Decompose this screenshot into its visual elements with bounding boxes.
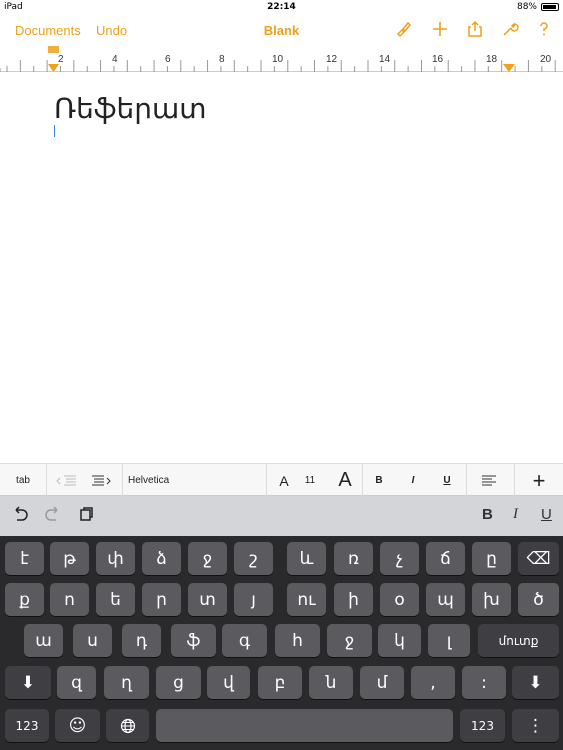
globe-icon — [120, 718, 135, 733]
key[interactable]: պ — [426, 583, 465, 616]
bold-button[interactable]: B — [368, 464, 390, 497]
key[interactable]: ջ — [327, 624, 372, 657]
paintbrush-icon[interactable] — [393, 20, 415, 42]
return-key[interactable]: մուտք — [478, 624, 559, 657]
insert-plus-button[interactable]: + — [520, 464, 558, 497]
dismiss-keyboard-key[interactable]: ⋮ — [512, 709, 559, 742]
font-name-button[interactable]: Helvetica — [128, 464, 188, 497]
emoji-key[interactable]: ☺ — [55, 709, 100, 742]
key[interactable]: վ — [207, 666, 250, 699]
comma-key[interactable]: , — [411, 666, 455, 699]
ruler-label: 20 — [540, 54, 552, 65]
key[interactable]: օ — [380, 583, 419, 616]
ruler-label: 4 — [112, 54, 118, 65]
key[interactable]: ը — [472, 542, 511, 575]
ruler-label: 16 — [432, 54, 444, 65]
font-size-value: 11 — [304, 475, 316, 486]
numbers-key-left[interactable]: 123 — [5, 709, 49, 742]
key[interactable]: դ — [122, 624, 161, 657]
key[interactable]: յ — [234, 583, 273, 616]
indent-icon[interactable] — [86, 464, 116, 497]
format-bar: tab Helvetica A 11 A B I U + — [0, 463, 563, 497]
battery-percent: 88% — [516, 2, 537, 12]
key[interactable]: մ — [360, 666, 404, 699]
key[interactable]: չ — [380, 542, 419, 575]
key[interactable]: ե — [96, 583, 135, 616]
share-icon[interactable] — [464, 20, 486, 42]
document-text[interactable]: Ռեֆերատ — [54, 92, 206, 125]
key[interactable]: տ — [188, 583, 227, 616]
key[interactable]: ծ — [518, 583, 559, 616]
key[interactable]: թ — [50, 542, 89, 575]
key[interactable]: ն — [309, 666, 353, 699]
key[interactable]: ֆ — [171, 624, 216, 657]
key[interactable]: ց — [156, 666, 201, 699]
ruler-label: 12 — [326, 54, 338, 65]
status-bar: iPad 22:14 88% — [0, 0, 563, 16]
key[interactable]: խ — [472, 583, 511, 616]
key[interactable]: բ — [258, 666, 302, 699]
key[interactable]: ս — [73, 624, 112, 657]
key[interactable]: շ — [234, 542, 273, 575]
undo-icon[interactable] — [11, 506, 29, 527]
key[interactable]: ր — [142, 583, 181, 616]
space-key[interactable] — [156, 709, 453, 742]
tab-button[interactable]: tab — [0, 464, 46, 497]
ruler[interactable]: 2 4 6 8 10 12 14 16 18 20 — [0, 46, 563, 72]
ruler-label: 8 — [219, 54, 225, 65]
shift-key-right[interactable]: ⬇ — [512, 666, 559, 699]
shortcut-italic-button[interactable]: I — [513, 506, 518, 523]
outdent-icon[interactable] — [52, 464, 82, 497]
ruler-label: 10 — [272, 54, 284, 65]
key[interactable]: գ — [222, 624, 267, 657]
key[interactable]: ու — [287, 583, 326, 616]
underline-button[interactable]: U — [436, 464, 458, 497]
key[interactable]: լ — [428, 624, 470, 657]
decrease-size-button[interactable]: A — [274, 464, 294, 497]
colon-key[interactable]: : — [462, 666, 506, 699]
key[interactable]: է — [5, 542, 44, 575]
key[interactable]: ռ — [334, 542, 373, 575]
key[interactable]: ջ — [188, 542, 227, 575]
key[interactable]: կ — [378, 624, 421, 657]
ruler-label: 14 — [379, 54, 391, 65]
key[interactable]: ձ — [142, 542, 181, 575]
key[interactable]: փ — [96, 542, 135, 575]
ruler-label: 18 — [486, 54, 498, 65]
text-cursor — [54, 125, 55, 137]
paste-icon[interactable] — [78, 506, 94, 527]
key[interactable]: ո — [50, 583, 89, 616]
italic-button[interactable]: I — [402, 464, 424, 497]
key[interactable]: ք — [5, 583, 44, 616]
backspace-key[interactable]: ⌫ — [518, 542, 559, 575]
redo-icon[interactable] — [44, 506, 62, 527]
ruler-label: 2 — [58, 54, 64, 65]
align-left-icon[interactable] — [472, 464, 506, 497]
help-icon[interactable] — [533, 20, 555, 42]
shortcut-underline-button[interactable]: U — [541, 506, 552, 523]
wrench-icon[interactable] — [499, 20, 521, 42]
ruler-label: 6 — [165, 54, 171, 65]
increase-size-button[interactable]: A — [332, 464, 358, 497]
key[interactable]: և — [287, 542, 326, 575]
globe-key[interactable] — [106, 709, 149, 742]
key[interactable]: ա — [24, 624, 63, 657]
shortcut-bold-button[interactable]: B — [482, 506, 493, 523]
plus-icon[interactable] — [429, 20, 451, 42]
key[interactable]: զ — [57, 666, 96, 699]
numbers-key-right[interactable]: 123 — [460, 709, 505, 742]
battery-icon — [541, 3, 559, 11]
keyboard: է թ փ ձ ջ շ և ռ չ ճ ը ⌫ ք ո ե ր տ յ ու ի… — [0, 536, 563, 750]
key[interactable]: ճ — [426, 542, 465, 575]
shift-key-left[interactable]: ⬇ — [5, 666, 51, 699]
shortcut-bar: B I U — [0, 496, 563, 536]
status-time: 22:14 — [267, 2, 296, 12]
key[interactable]: ղ — [104, 666, 149, 699]
key[interactable]: ի — [334, 583, 373, 616]
top-toolbar: Documents Undo Blank — [0, 16, 563, 46]
key[interactable]: հ — [275, 624, 320, 657]
status-right: 88% — [517, 2, 559, 12]
